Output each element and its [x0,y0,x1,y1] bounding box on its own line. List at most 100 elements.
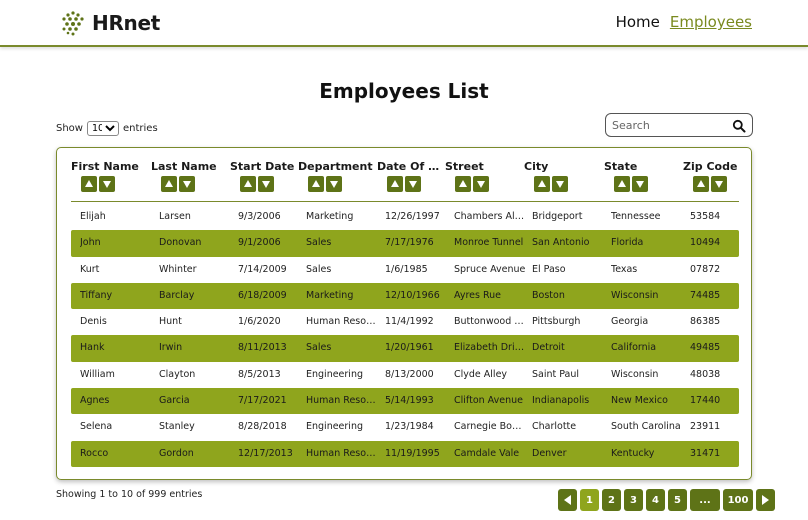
table-row[interactable]: Tiffany Barclay 6/18/2009 Marketing 12/10/19… [71,282,739,310]
page-button[interactable]: 3 [624,489,643,511]
table-cell: 86385 [690,316,721,328]
sort-controls [614,176,682,192]
page-button[interactable]: 4 [646,489,665,511]
table-body: Elijah Larsen 9/3/2006 Marketing 12/26/1997 C… [71,204,739,467]
column-header: Street [445,160,523,192]
column-header-label: Date Of Birth [377,160,443,173]
table-cell: Pittsburgh [532,316,581,328]
sort-descending-icon[interactable] [326,176,342,192]
table-cell: Marketing [306,211,354,222]
table-cell: 6/18/2009 [238,289,287,301]
column-header-label: Last Name [151,160,217,173]
table-row[interactable]: Selena Stanley 8/28/2018 Engineering 1/23/19… [71,414,739,440]
table-cell: Larsen [159,211,191,222]
previous-page-button[interactable] [558,489,577,511]
table-cell: Agnes [80,395,110,407]
nav-home-link[interactable]: Home [616,13,660,31]
table-row[interactable]: Denis Hunt 1/6/2020 Human Resources 11/4/199… [71,309,739,335]
nav-employees-link[interactable]: Employees [670,13,752,31]
sort-descending-icon[interactable] [258,176,274,192]
table-row[interactable]: Kurt Whinter 7/14/2009 Sales 1/6/1985 Spruce … [71,257,739,283]
table-cell: Engineering [306,421,363,433]
table-cell: 1/6/1985 [385,263,428,275]
sort-descending-icon[interactable] [552,176,568,192]
table-cell: Texas [611,263,638,275]
column-header: State [604,160,682,192]
table-cell: San Antonio [532,237,590,249]
entries-suffix-label: entries [122,123,158,134]
table-cell: Sales [306,342,332,354]
table-cell: Engineering [306,368,363,380]
table-row[interactable]: Elijah Larsen 9/3/2006 Marketing 12/26/1997 C… [71,204,739,230]
table-cell: Kurt [80,263,100,275]
table-cell: Wisconsin [611,289,659,301]
table-cell: Bridgeport [532,211,583,222]
table-row[interactable]: Hank Irwin 8/11/2013 Sales 1/20/1961 Elizabet… [71,335,739,362]
table-cell: 8/5/2013 [238,368,281,380]
search-input[interactable] [612,118,724,132]
column-header: Date Of Birth [377,160,443,192]
table-cell: Clifton Avenue [454,395,523,407]
search-icon[interactable] [732,118,746,133]
sort-ascending-icon[interactable] [387,176,403,192]
table-cell: Hunt [159,316,182,328]
sort-descending-icon[interactable] [179,176,195,192]
table-cell: Buttonwood Drive [454,316,526,328]
entries-per-page-select[interactable]: 10 [86,121,119,136]
table-cell: Indianapolis [532,395,590,407]
column-header: City [524,160,602,192]
table-cell: 9/1/2006 [238,237,281,249]
sort-descending-icon[interactable] [405,176,421,192]
table-cell: 12/17/2013 [238,447,293,459]
app-logo[interactable]: HRnet [60,10,160,36]
table-row[interactable]: John Donovan 9/1/2006 Sales 7/17/1976 Monroe … [71,230,739,257]
sort-ascending-icon[interactable] [161,176,177,192]
sort-descending-icon[interactable] [711,176,727,192]
page-button[interactable]: 2 [602,489,621,511]
sort-controls [81,176,149,192]
table-cell: 17440 [690,395,721,407]
table-row[interactable]: William Clayton 8/5/2013 Engineering 8/13/20… [71,362,739,388]
table-cell: Human Resources [306,395,380,407]
logo-icon [60,10,86,36]
column-header-label: Department [298,160,373,173]
sort-ascending-icon[interactable] [308,176,324,192]
sort-ascending-icon[interactable] [693,176,709,192]
sort-ascending-icon[interactable] [81,176,97,192]
chevron-left-icon [564,495,571,505]
table-cell: Detroit [532,342,565,354]
table-cell: 8/13/2000 [385,368,434,380]
sort-ascending-icon[interactable] [455,176,471,192]
table-cell: Marketing [306,289,354,301]
table-cell: Camdale Vale [454,447,520,459]
table-cell: 1/20/1961 [385,342,434,354]
next-page-button[interactable] [756,489,775,511]
table-row[interactable]: Rocco Gordon 12/17/2013 Human Resources 11/1… [71,440,739,467]
sort-descending-icon[interactable] [632,176,648,192]
sort-ascending-icon[interactable] [534,176,550,192]
table-cell: El Paso [532,263,566,275]
table-cell: Human Resources [306,447,380,459]
page-button[interactable]: 100 [723,489,753,511]
table-cell: Charlotte [532,421,577,433]
table-cell: Clyde Alley [454,368,508,380]
table-cell: 8/28/2018 [238,421,287,433]
table-cell: Gordon [159,447,194,459]
page-button[interactable]: 1 [580,489,599,511]
column-header: First Name [71,160,149,192]
table-cell: Carnegie Boulevard [454,421,526,433]
employees-table: First Name Last Name Start Date Department D… [56,147,752,480]
sort-ascending-icon[interactable] [240,176,256,192]
sort-descending-icon[interactable] [99,176,115,192]
table-cell: 12/10/1966 [385,289,440,301]
sort-descending-icon[interactable] [473,176,489,192]
column-header: Zip Code [683,160,739,192]
table-row[interactable]: Agnes Garcia 7/17/2021 Human Resources 5/14/… [71,388,739,415]
page-button[interactable]: 5 [668,489,687,511]
table-cell: Donovan [159,237,202,249]
sort-ascending-icon[interactable] [614,176,630,192]
search-box [605,113,753,137]
page-title: Employees List [319,79,489,103]
table-cell: Ayres Rue [454,289,502,301]
column-header: Start Date [230,160,296,192]
